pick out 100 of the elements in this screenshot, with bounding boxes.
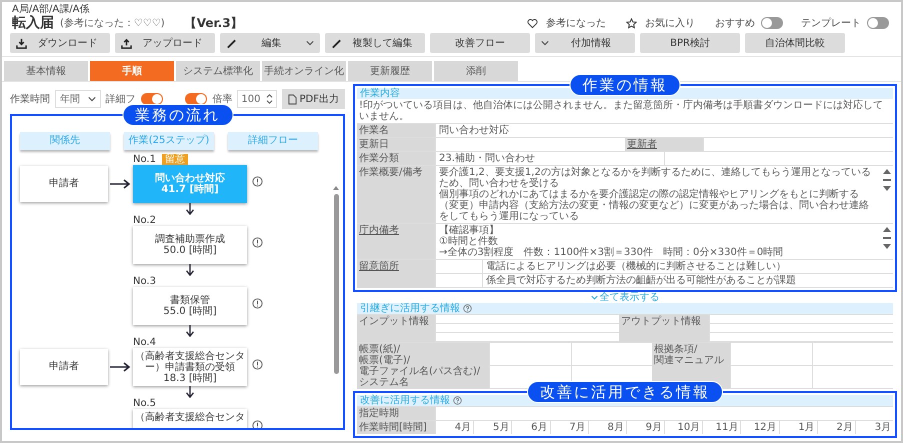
toggle-label: おすすめ	[715, 17, 755, 30]
upload-icon	[121, 38, 132, 48]
period-select[interactable]: 年間	[55, 90, 101, 108]
help-icon[interactable]	[463, 304, 472, 313]
helpful-button[interactable]: 参考になった	[527, 16, 606, 30]
toolbar-button[interactable]: ダウンロード	[10, 33, 110, 53]
field-label: システム名	[359, 377, 410, 388]
field-label: 帳票(電子)/	[359, 355, 412, 366]
work-time-label: 作業時間	[10, 92, 50, 106]
pencil-icon	[331, 38, 342, 48]
month-header: 11月	[702, 421, 740, 434]
field-label: 根拠条項/	[654, 344, 698, 355]
download-icon	[16, 38, 27, 48]
month-header: 5月	[473, 421, 512, 434]
rating-text: (参考になった：♡♡♡)	[60, 16, 165, 30]
arrow	[110, 362, 132, 372]
field-label: 庁内備考	[357, 224, 435, 259]
toggle-switch[interactable]	[761, 17, 783, 29]
info-icon[interactable]	[252, 237, 263, 248]
callout-label: 改善に活用できる情報	[527, 381, 723, 403]
step-number: No.4	[133, 337, 156, 348]
toolbar-button[interactable]: アップロード	[115, 33, 215, 53]
field-label: インプット情報	[357, 315, 435, 342]
caution-badge: 留意	[162, 154, 188, 165]
field-value: 23.補助・問い合わせ	[435, 152, 664, 165]
step-box[interactable]: （高齢者支援総合センター）申請書類の受領 18.3 [時間]	[133, 348, 247, 386]
toolbar-button[interactable]: 編集	[220, 33, 320, 53]
field-label: 作業時間[時間]	[357, 421, 435, 434]
toolbar-button[interactable]: 自治体間比較	[745, 33, 845, 53]
arrow	[185, 325, 195, 337]
favorite-button[interactable]: お気に入り	[626, 16, 695, 30]
field-label: 留意箇所	[357, 260, 435, 288]
scroll-arrows-icon[interactable]	[883, 226, 891, 250]
toggle-switch[interactable]	[140, 93, 163, 105]
field-label: 帳票(紙)/	[359, 344, 402, 355]
field-label: アウトプット情報	[619, 315, 709, 342]
star-icon	[626, 18, 637, 28]
field-text: 要介護1,2、要支援1,2の方は対象となるかを判断するために、連絡してもらう運用となっているため、問い合わせを受ける	[439, 167, 872, 189]
pdf-export-button[interactable]: PDF出力	[282, 89, 345, 109]
breadcrumb: A局/A部/A課/A係	[11, 4, 90, 15]
column-header: 関係先	[20, 132, 110, 150]
step-number: No.2	[133, 215, 156, 226]
column-header: 作業(25ステップ)	[124, 132, 214, 150]
step-number: No.1	[133, 154, 156, 165]
actor-box: 申請者	[20, 349, 108, 385]
info-icon[interactable]	[252, 359, 263, 370]
help-icon[interactable]	[453, 396, 462, 405]
field-label: 作業名	[357, 124, 435, 137]
version-label: 【Ver.3】	[184, 14, 243, 32]
column-header: 詳細フロー	[228, 132, 318, 150]
toggle-switch[interactable]	[185, 93, 208, 105]
tab[interactable]: 基本情報	[4, 61, 88, 81]
tab[interactable]: システム標準化	[176, 61, 260, 81]
field-text: →全体の3割程度 件数：1100件×3割＝330件 時間：0分×330件＝0時間	[439, 247, 784, 258]
field-text: ①時間と件数	[439, 236, 499, 247]
month-header: 10月	[664, 421, 702, 434]
callout-label: 作業の情報	[570, 74, 680, 96]
field-label: 指定時期	[357, 407, 435, 420]
step-box[interactable]: 書類保管 55.0 [時間]	[133, 287, 247, 325]
month-header: 9月	[626, 421, 664, 434]
field-text: 個別事項のどれかにあてはまるかを要介護認定の際の認定情報やヒアリングをもとに判断する	[439, 189, 859, 200]
field-text: 電話によるヒアリングは必要（機械的に判断させることは難しい）	[482, 260, 893, 273]
chevron-down-icon	[88, 96, 96, 102]
step-box[interactable]: （高齢者支援総合センタ	[133, 409, 247, 428]
document-icon	[288, 94, 297, 104]
info-icon[interactable]	[252, 298, 263, 309]
chevron-down-icon	[590, 295, 598, 300]
section-header: 引継ぎに活用する情報	[357, 303, 893, 314]
toolbar-button[interactable]: 付加情報	[535, 33, 635, 53]
toggle-switch[interactable]	[867, 17, 889, 29]
month-header: 4月	[435, 421, 474, 434]
month-header: 6月	[511, 421, 550, 434]
step-number: No.5	[133, 398, 156, 409]
notice-text: !印がついている項目は、他自治体には公開されません。また留意箇所・庁内備考は手順書ダウンロードには対応していません。	[358, 99, 884, 123]
field-label: 更新者	[625, 138, 703, 151]
spinner-icon[interactable]	[266, 94, 273, 104]
scale-field[interactable]: 100	[237, 90, 277, 108]
toolbar-button[interactable]: 改善フロー	[430, 33, 530, 53]
toolbar-button[interactable]: BPR検討	[640, 33, 740, 53]
info-icon[interactable]	[252, 420, 263, 428]
month-header: 1月	[778, 421, 817, 434]
page-title: 転入届	[12, 14, 54, 32]
tab[interactable]: 更新履歴	[348, 61, 432, 81]
tab[interactable]: 手続オンライン化	[262, 61, 346, 81]
step-box[interactable]: 調査補助票作成 50.0 [時間]	[133, 226, 247, 264]
scroll-arrows-icon[interactable]	[883, 168, 891, 192]
detail-flow-label: 詳細フ	[106, 92, 136, 106]
field-text: （変更）申請内容（支給方法の変更・情報の変更など）に変更があった場合は、問い合わせ連絡をしてもらう運用になっている	[439, 200, 870, 222]
field-value: 問い合わせ対応	[435, 124, 893, 137]
month-header: 8月	[588, 421, 626, 434]
arrow	[185, 203, 195, 215]
info-icon[interactable]	[252, 176, 263, 187]
scale-label: 倍率	[212, 92, 232, 106]
field-label: 電子ファイル名(パス含む)/	[359, 366, 482, 377]
field-label: 更新日	[357, 138, 435, 151]
field-label: 作業概要/備考	[357, 166, 435, 223]
month-header: 7月	[550, 421, 588, 434]
toolbar-button[interactable]: 複製して編集	[325, 33, 425, 53]
tab[interactable]: 添削	[434, 61, 518, 81]
field-label: 作業分類	[357, 152, 435, 165]
